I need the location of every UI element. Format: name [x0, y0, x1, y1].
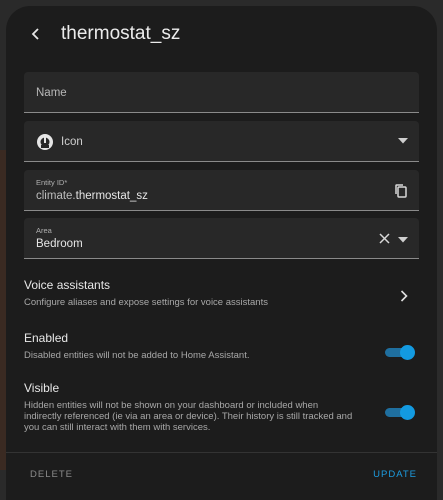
dialog-footer: DELETE UPDATE: [6, 452, 437, 500]
entity-id-value: climate.thermostat_sz: [36, 190, 148, 202]
area-value: Bedroom: [36, 238, 83, 250]
entity-settings-dialog: thermostat_sz Name Icon Entity ID* clima…: [6, 6, 437, 500]
toggle-knob: [400, 345, 415, 360]
entity-id-prefix: climate.: [36, 190, 76, 202]
voice-assistants-description: Configure aliases and expose settings fo…: [24, 297, 268, 308]
copy-icon[interactable]: [393, 183, 409, 199]
area-label: Area: [36, 226, 52, 235]
thermostat-icon: [37, 134, 53, 150]
dialog-header: thermostat_sz: [6, 6, 437, 62]
enabled-title: Enabled: [24, 331, 69, 345]
entity-id-text: thermostat_sz: [75, 190, 148, 202]
visible-description: Hidden entities will not be shown on you…: [24, 400, 353, 433]
visible-row: Visible Hidden entities will not be show…: [24, 381, 419, 441]
visible-toggle[interactable]: [385, 405, 415, 420]
chevron-right-icon: [400, 290, 408, 302]
back-button[interactable]: [24, 22, 48, 46]
settings-form: Name Icon Entity ID* climate.thermostat_…: [24, 72, 419, 441]
enabled-description: Disabled entities will not be added to H…: [24, 350, 250, 361]
close-icon[interactable]: [379, 233, 390, 244]
toggle-knob: [400, 405, 415, 420]
update-button[interactable]: UPDATE: [373, 469, 417, 480]
icon-picker[interactable]: Icon: [24, 121, 419, 162]
background-panel: [437, 140, 443, 440]
dialog-title: thermostat_sz: [61, 23, 181, 44]
delete-button[interactable]: DELETE: [30, 469, 73, 480]
name-field[interactable]: Name: [24, 72, 419, 113]
chevron-left-icon: [31, 28, 39, 40]
dropdown-arrow-icon[interactable]: [398, 237, 408, 243]
voice-assistants-title: Voice assistants: [24, 278, 111, 292]
area-field[interactable]: Area Bedroom: [24, 218, 419, 259]
visible-title: Visible: [24, 381, 60, 395]
enabled-row: Enabled Disabled entities will not be ad…: [24, 331, 419, 371]
icon-field-label: Icon: [61, 136, 83, 148]
entity-id-label: Entity ID*: [36, 178, 68, 187]
enabled-toggle[interactable]: [385, 345, 415, 360]
voice-assistants-row[interactable]: Voice assistants Configure aliases and e…: [24, 278, 419, 318]
dropdown-arrow-icon[interactable]: [398, 138, 408, 144]
entity-id-field[interactable]: Entity ID* climate.thermostat_sz: [24, 170, 419, 211]
name-field-label: Name: [36, 87, 67, 99]
